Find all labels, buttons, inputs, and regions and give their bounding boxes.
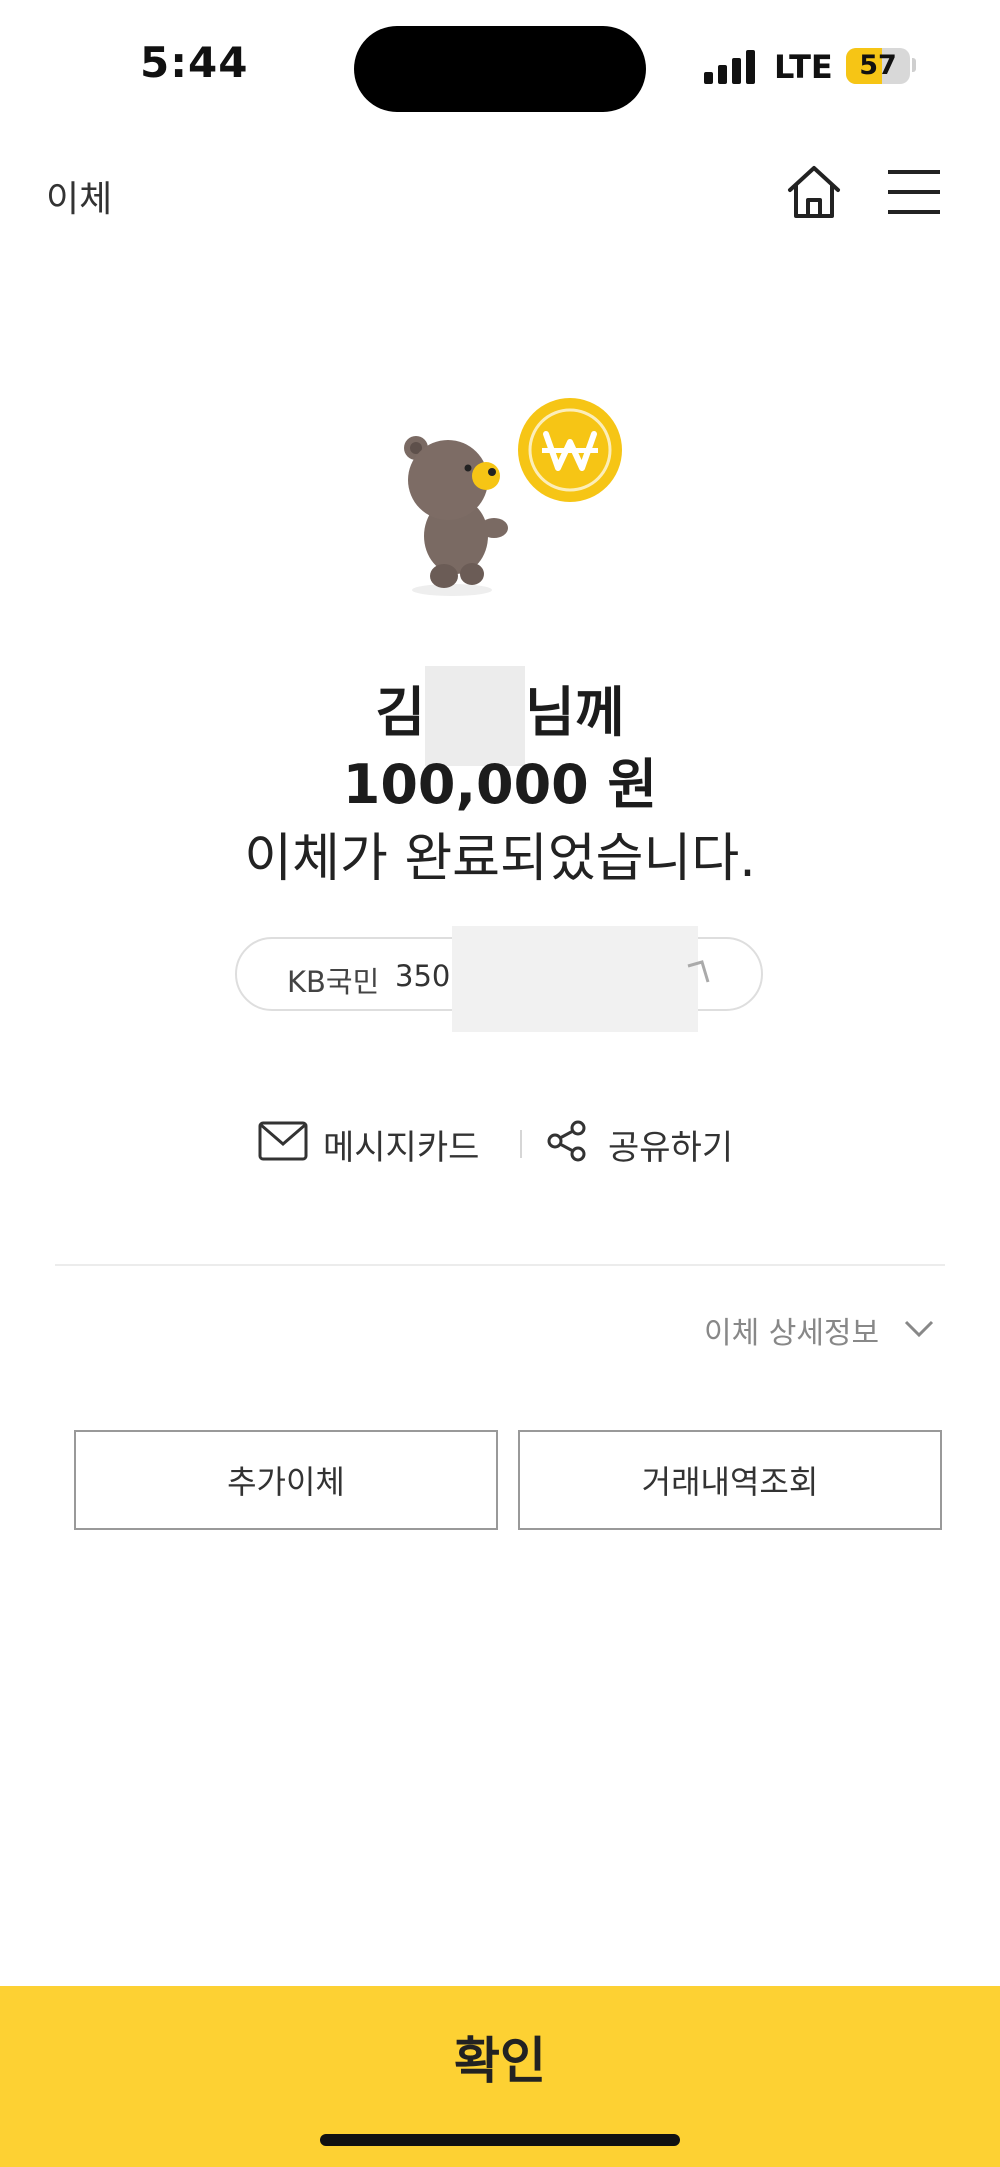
network-type: LTE (774, 48, 833, 86)
completion-message: 이체가 완료되었습니다. (244, 829, 756, 889)
copy-icon[interactable] (686, 960, 712, 988)
transaction-history-button[interactable]: 거래내역조회 (518, 1430, 942, 1530)
battery-percent: 57 (859, 50, 897, 81)
won-coin-icon (518, 398, 622, 502)
chevron-down-icon[interactable] (904, 1318, 934, 1340)
signal-icon (704, 50, 755, 84)
message-card-button[interactable]: 메시지카드 (323, 1120, 479, 1169)
page-title: 이체 (46, 179, 113, 220)
recipient-line: 김 님께 (0, 666, 1000, 767)
battery-icon: 57 (846, 48, 910, 84)
account-number: 350 (395, 959, 451, 993)
share-icon[interactable] (546, 1120, 588, 1162)
home-indicator[interactable] (320, 2134, 680, 2146)
share-button[interactable]: 공유하기 (608, 1120, 733, 1169)
home-icon[interactable] (784, 162, 844, 222)
transfer-amount: 100,000 원 (342, 753, 658, 816)
dynamic-island (354, 26, 646, 112)
status-time: 5:44 (140, 38, 249, 87)
bank-name: KB국민 (287, 965, 380, 999)
recipient-suffix: 님께 (525, 681, 625, 744)
recipient-prefix: 김 (375, 681, 426, 744)
action-separator (520, 1130, 522, 1158)
additional-transfer-button[interactable]: 추가이체 (74, 1430, 498, 1530)
transfer-details-toggle[interactable]: 이체 상세정보 (704, 1308, 879, 1352)
section-divider (55, 1264, 945, 1266)
mail-icon[interactable] (258, 1120, 308, 1162)
menu-icon[interactable] (888, 168, 940, 216)
bear-character-icon (404, 436, 508, 596)
masked-account (452, 926, 698, 1032)
battery-cap (912, 58, 916, 72)
